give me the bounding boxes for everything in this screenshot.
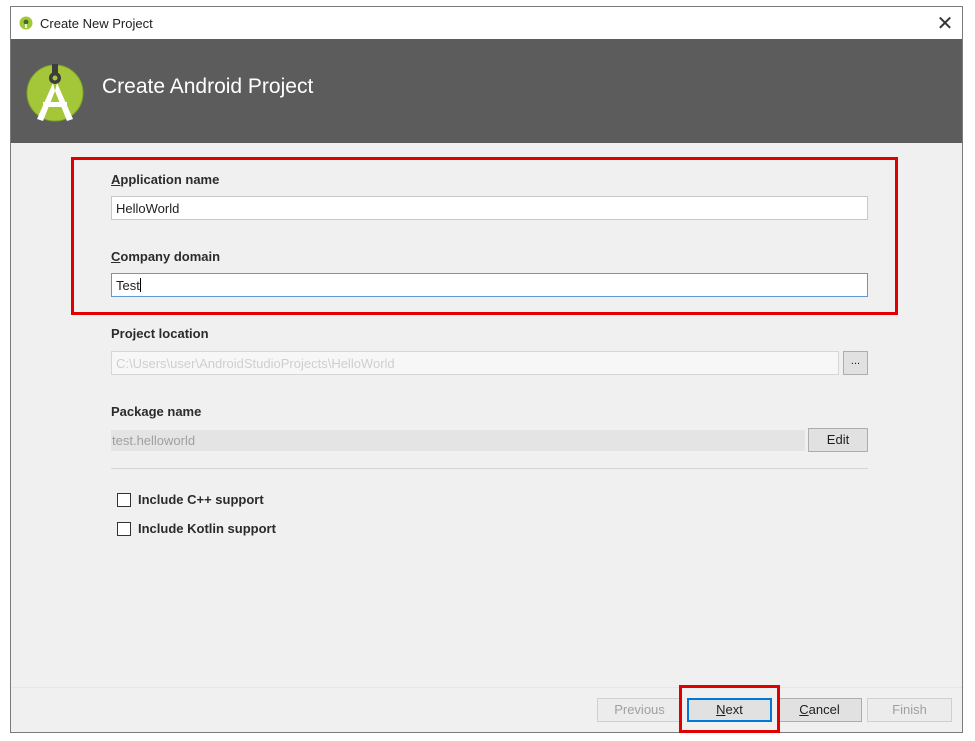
cancel-button-label: ancel [808, 702, 840, 717]
company-domain-label: Company domain [111, 249, 220, 264]
next-button[interactable]: Next [687, 698, 772, 722]
cpp-support-checkbox[interactable] [117, 492, 131, 507]
cancel-button[interactable]: Cancel [777, 698, 862, 722]
cpp-support-option[interactable]: Include C++ support [117, 492, 264, 507]
title-bar: Create New Project ✕ [11, 7, 962, 39]
next-button-label: ext [725, 702, 743, 717]
edit-package-button[interactable]: Edit [808, 428, 868, 452]
close-icon[interactable]: ✕ [937, 11, 954, 36]
text-caret [139, 278, 141, 292]
project-location-value: C:\Users\user\AndroidStudioProjects\Hell… [116, 356, 395, 371]
package-name-label: Package name [111, 404, 202, 419]
application-name-label-text: pplication name [120, 172, 220, 187]
kotlin-support-label: Include Kotlin support [138, 521, 276, 536]
wizard-header: Create Android Project [11, 39, 962, 143]
android-studio-icon [25, 55, 89, 127]
company-domain-label-text: ompany domain [120, 249, 221, 264]
close-button[interactable]: ✕ [928, 7, 962, 39]
browse-location-button[interactable]: ... [843, 351, 868, 375]
package-name-value: test.helloworld [111, 430, 805, 451]
footer-divider [11, 687, 962, 688]
window-title: Create New Project [40, 15, 153, 31]
kotlin-support-checkbox[interactable] [117, 521, 131, 536]
cpp-support-label: Include C++ support [138, 492, 264, 507]
application-name-input[interactable]: HelloWorld [111, 196, 868, 220]
next-button-accel: N [716, 702, 726, 717]
finish-button[interactable]: Finish [867, 698, 952, 722]
kotlin-support-option[interactable]: Include Kotlin support [117, 521, 276, 536]
page-title: Create Android Project [102, 75, 314, 98]
separator [111, 468, 868, 469]
project-location-input[interactable]: C:\Users\user\AndroidStudioProjects\Hell… [111, 351, 839, 375]
dialog-window: Create New Project ✕ Create Android Proj… [10, 6, 963, 733]
android-studio-small-icon [19, 16, 33, 30]
company-domain-label-accel: C [111, 249, 121, 264]
company-domain-value: Test [116, 278, 140, 293]
application-name-label: Application name [111, 172, 219, 187]
application-name-value: HelloWorld [116, 201, 180, 216]
company-domain-input[interactable]: Test [111, 273, 868, 297]
application-name-label-accel: A [111, 172, 121, 187]
cancel-button-accel: C [799, 702, 809, 717]
previous-button[interactable]: Previous [597, 698, 682, 722]
project-location-label: Project location [111, 326, 209, 341]
